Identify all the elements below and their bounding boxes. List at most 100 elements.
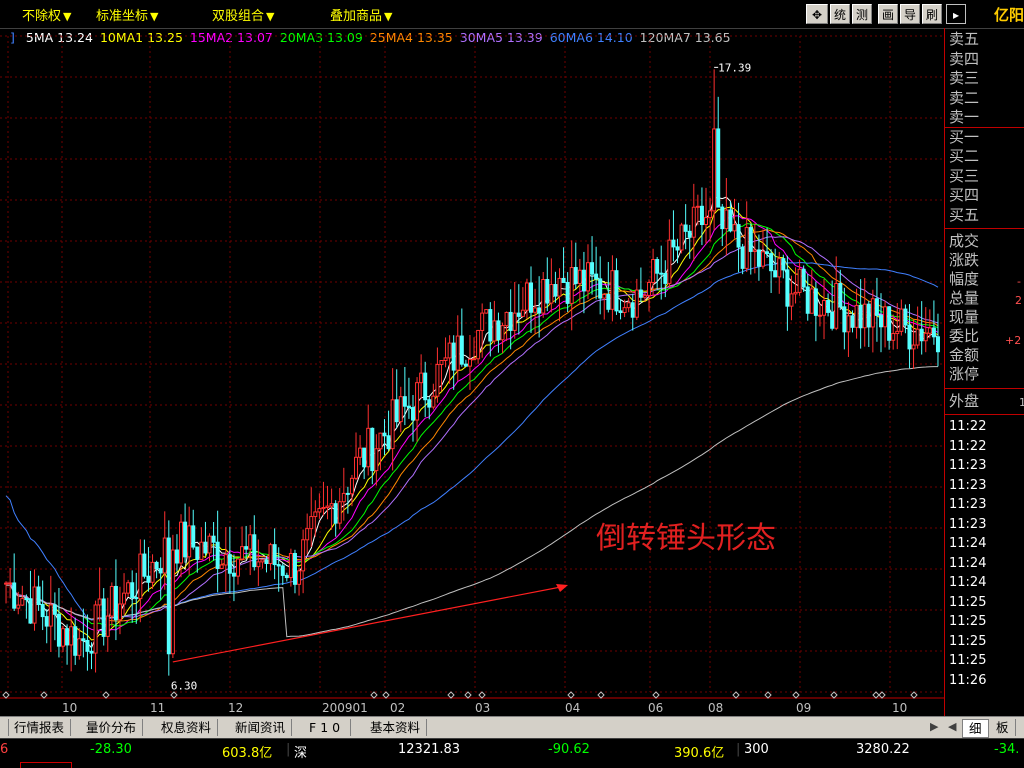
candle-body	[581, 269, 586, 292]
candle-body	[679, 224, 684, 251]
candle-body	[97, 598, 102, 606]
candle-body	[793, 291, 798, 295]
candle-body	[61, 628, 66, 647]
candle-body	[73, 626, 78, 656]
side-tab-detail[interactable]: 细	[962, 719, 989, 738]
x-axis-label: 11	[150, 701, 165, 715]
candle-body	[410, 407, 415, 421]
candle-body	[744, 227, 749, 269]
tab-news[interactable]: 新闻资讯	[229, 719, 293, 736]
candle-body	[32, 586, 37, 624]
candle-body	[292, 552, 297, 585]
candle-body	[687, 230, 692, 238]
candle-body	[126, 582, 131, 594]
toolbar-button-measure[interactable]: 测	[852, 4, 872, 24]
tab-volume-price[interactable]: 量价分布	[80, 719, 144, 736]
stat-label: 涨停	[949, 365, 980, 383]
candle-body	[268, 544, 273, 564]
panel-divider	[945, 127, 1024, 128]
candle-body	[651, 259, 656, 283]
candle-body	[891, 333, 896, 341]
menu-label: 不除权	[22, 9, 62, 24]
stat-label: 总量	[949, 289, 980, 307]
panel-toggle-icon[interactable]: ▸	[946, 4, 966, 24]
event-marker-icon	[652, 691, 660, 699]
candle-body	[756, 249, 761, 267]
toolbar-button-draw[interactable]: 画	[878, 4, 898, 24]
stat-value: -	[1017, 275, 1021, 288]
stock-name: 亿阳	[993, 6, 1024, 24]
candle-body	[895, 330, 900, 335]
candle-body	[240, 546, 245, 560]
menu-overlay[interactable]: 叠加商品 ▼	[330, 5, 392, 24]
candle-body	[354, 456, 359, 479]
candle-body	[256, 561, 261, 568]
candle-body	[443, 357, 448, 362]
candle-body	[227, 554, 232, 574]
event-marker-icon	[170, 691, 178, 699]
candle-body	[923, 332, 928, 342]
quote-panel: 卖五 卖四 卖三 卖二 卖一 买一 买二 买三 买四 买五 成交 涨跌 幅度 总量 现量 委比 金额 涨停 - 2 +2…	[944, 28, 1024, 716]
candle-body	[537, 307, 542, 314]
event-marker-icon	[464, 691, 472, 699]
chevron-down-icon: ▼	[384, 10, 393, 23]
event-marker-icon	[370, 691, 378, 699]
candle-body	[476, 329, 481, 360]
tab-quote-report[interactable]: 行情报表	[8, 719, 72, 736]
candle-body	[117, 603, 122, 621]
chevron-down-icon: ▼	[266, 10, 275, 23]
trade-time: 11:24	[949, 555, 987, 571]
candle-body	[520, 309, 525, 317]
candle-body	[919, 328, 924, 342]
candle-body	[785, 269, 790, 307]
candle-body	[647, 281, 652, 296]
candle-body	[691, 206, 696, 238]
candle-body	[858, 304, 863, 329]
candle-body	[512, 312, 517, 331]
side-tab-left-icon[interactable]: ◀	[948, 720, 956, 733]
candle-body	[195, 546, 200, 560]
candle-body	[529, 282, 534, 313]
x-axis-label: 04	[565, 701, 580, 715]
menu-label: 叠加商品	[330, 9, 383, 24]
candle-body	[467, 358, 472, 367]
panel-divider	[945, 414, 1024, 415]
candle-body	[516, 312, 521, 317]
candle-body	[834, 283, 839, 329]
candle-body	[313, 511, 318, 518]
menu-dual-stock[interactable]: 双股组合 ▼	[212, 5, 274, 24]
tab-f10[interactable]: F10	[303, 719, 352, 736]
x-axis-label: 10	[62, 701, 77, 715]
candle-body	[370, 427, 375, 472]
candle-body	[28, 598, 33, 624]
candle-body	[524, 282, 529, 311]
side-tab-board[interactable]: 板	[990, 719, 1016, 736]
x-axis-label: 200901	[322, 701, 368, 715]
candle-body	[659, 272, 664, 275]
candle-body	[508, 311, 513, 331]
tab-scroll-right-icon[interactable]: ▶	[930, 720, 938, 733]
trade-time: 11:24	[949, 536, 987, 551]
candle-body	[488, 309, 493, 342]
pattern-annotation: 倒转锤头形态	[596, 521, 776, 556]
trade-time: 11:23	[949, 458, 987, 473]
candle-body	[394, 399, 399, 423]
candle-body	[569, 267, 574, 304]
candle-body	[585, 262, 590, 292]
menu-coordinate[interactable]: 标准坐标 ▼	[96, 5, 158, 24]
candle-body	[122, 592, 127, 605]
menu-exright[interactable]: 不除权 ▼	[22, 5, 71, 24]
move-icon[interactable]: ✥	[806, 4, 828, 24]
toolbar-button-refresh[interactable]: 刷	[922, 4, 942, 24]
candle-body	[736, 224, 741, 248]
toolbar-button-stat[interactable]: 统	[830, 4, 850, 24]
kline-chart[interactable]: 17.39 6.30 倒转锤头形态 10 11 12 200901 02 03 04 06 08 09…	[0, 28, 944, 716]
candle-body	[40, 604, 45, 618]
tab-basic-info[interactable]: 基本资料	[364, 719, 428, 736]
x-axis-label: 06	[648, 701, 663, 715]
candle-body	[366, 427, 371, 468]
toolbar-button-export[interactable]: 导	[900, 4, 920, 24]
status-market-label: 深	[294, 746, 308, 761]
candle-body	[626, 302, 631, 309]
tab-rights[interactable]: 权息资料	[155, 719, 219, 736]
